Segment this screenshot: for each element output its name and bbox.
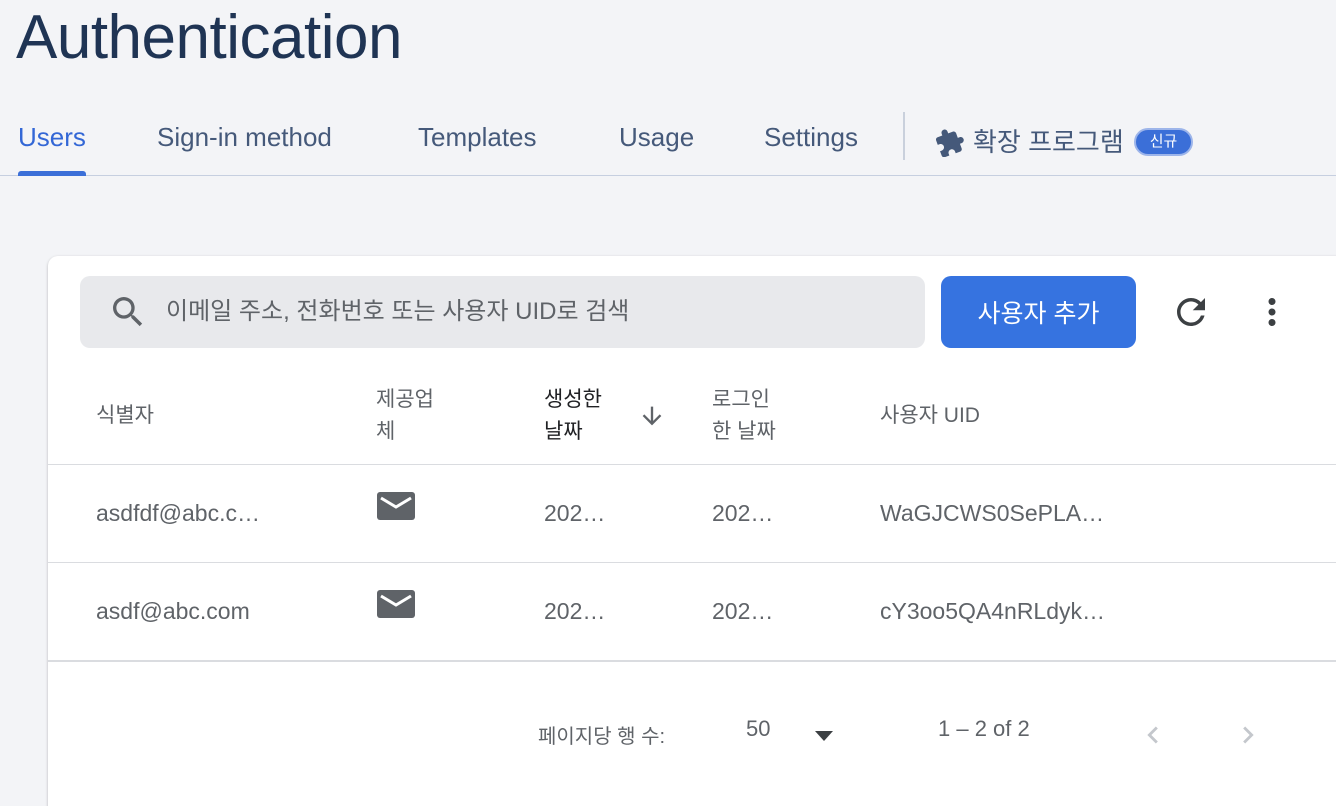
column-header-created[interactable]: 생성한 날짜: [544, 384, 602, 448]
email-icon: [377, 590, 415, 618]
column-header-label: 로그인: [712, 388, 770, 411]
column-header-label: 식별자: [96, 404, 154, 427]
cell-identifier: asdfdf@abc.c…: [96, 500, 260, 526]
cell-created: 202…: [544, 598, 606, 624]
cell-uid: cY3oo5QA4nRLdyk…: [880, 598, 1106, 624]
column-header-signed-in[interactable]: 로그인 한 날짜: [712, 384, 776, 448]
tab-extensions-label: 확장 프로그램: [973, 127, 1124, 157]
add-user-button[interactable]: 사용자 추가: [941, 276, 1136, 348]
cell-created: 202…: [544, 500, 606, 526]
table-row[interactable]: asdfdf@abc.c… 202… 202… WaGJCWS0SePLA…: [48, 464, 1336, 562]
cell-signed-in: 202…: [712, 500, 774, 526]
chevron-right-icon[interactable]: [1231, 718, 1265, 752]
column-header-label: 날짜: [544, 420, 583, 443]
new-badge: 신규: [1133, 128, 1194, 156]
search-icon: [113, 297, 143, 327]
search-input[interactable]: [166, 298, 866, 326]
tab-divider: [903, 112, 905, 160]
column-header-label: 체: [376, 420, 396, 443]
cell-identifier: asdf@abc.com: [96, 598, 250, 624]
column-header-label: 제공업: [376, 388, 434, 411]
page-title: Authentication: [16, 3, 402, 72]
dropdown-arrow-icon[interactable]: [812, 724, 836, 748]
puzzle-icon: [935, 129, 964, 157]
column-header-label: 사용자 UID: [880, 404, 980, 427]
column-header-uid[interactable]: 사용자 UID: [880, 400, 980, 432]
tab-extensions[interactable]: 확장 프로그램 신규: [935, 110, 1194, 174]
search-bar[interactable]: [80, 276, 925, 348]
rows-per-page-select[interactable]: 50: [746, 716, 770, 742]
more-options-button[interactable]: [1251, 291, 1293, 338]
email-icon: [377, 492, 415, 520]
tab-templates[interactable]: Templates: [418, 110, 537, 174]
table-footer-divider: [48, 660, 1336, 662]
cell-uid: WaGJCWS0SePLA…: [880, 500, 1105, 526]
table-row[interactable]: asdf@abc.com 202… 202… cY3oo5QA4nRLdyk…: [48, 562, 1336, 660]
tab-settings[interactable]: Settings: [764, 110, 858, 174]
tab-bar: Users Sign-in method Templates Usage Set…: [0, 110, 1336, 176]
column-header-provider[interactable]: 제공업 체: [376, 384, 434, 448]
rows-per-page-value: 50: [746, 716, 771, 741]
column-header-label: 생성한: [544, 388, 602, 411]
tab-users[interactable]: Users: [18, 110, 86, 176]
pagination-range: 1 – 2 of 2: [938, 716, 1030, 741]
arrow-down-icon[interactable]: [638, 402, 666, 430]
column-header-identifier[interactable]: 식별자: [96, 400, 154, 432]
tab-sign-in-method[interactable]: Sign-in method: [157, 110, 332, 174]
refresh-button[interactable]: [1170, 291, 1212, 338]
column-header-label: 한 날짜: [712, 420, 776, 443]
rows-per-page-label: 페이지당 행 수:: [538, 726, 666, 748]
users-card: 사용자 추가 식별자 제공업 체 생성한 날짜 로그인 한 날짜 사용자 UID…: [48, 256, 1336, 806]
tab-usage[interactable]: Usage: [619, 110, 694, 174]
refresh-icon: [1177, 298, 1205, 326]
chevron-left-icon[interactable]: [1136, 718, 1170, 752]
cell-signed-in: 202…: [712, 598, 774, 624]
more-vert-icon: [1268, 298, 1276, 326]
